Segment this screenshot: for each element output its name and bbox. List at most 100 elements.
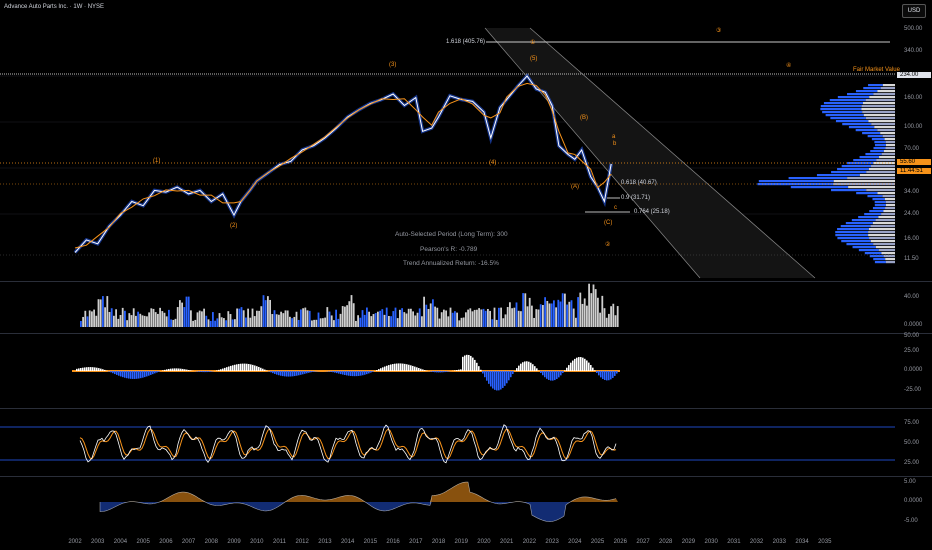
profile-bar — [874, 141, 886, 144]
stat-period: Auto-Selected Period (Long Term): 300 — [395, 231, 508, 238]
osc1-bar — [580, 357, 582, 371]
osc1-bar — [608, 371, 610, 381]
wave-circle-label: ③ — [716, 28, 722, 34]
osc1-bar — [232, 365, 234, 371]
volume-bar — [524, 293, 527, 327]
osc1-bar — [270, 371, 272, 373]
profile-bar — [868, 168, 895, 171]
volume-bar — [473, 309, 476, 327]
x-tick-label: 2033 — [772, 539, 786, 545]
volume-bar — [80, 320, 82, 327]
x-tick-label: 2025 — [590, 539, 605, 545]
moving-average-line — [74, 82, 612, 249]
fib-0618-label: 0.618 (40.67) — [621, 180, 657, 186]
wave-label: (B) — [580, 115, 588, 121]
volume-bar — [515, 302, 518, 327]
volume-bar — [333, 320, 335, 327]
volume-bar — [550, 303, 553, 327]
stat-trend-return: Trend Annualized Return: -16.5% — [403, 260, 499, 267]
profile-bar — [848, 186, 895, 189]
volume-bar — [509, 302, 511, 327]
profile-bar — [825, 114, 864, 117]
profile-bar — [862, 111, 895, 114]
osc1-bar — [86, 367, 88, 371]
profile-bar — [885, 141, 895, 144]
currency-button[interactable]: USD — [902, 4, 926, 18]
volume-bar — [157, 313, 159, 327]
profile-bar — [858, 216, 879, 219]
pane-separator[interactable] — [0, 408, 932, 409]
osc1-bar — [386, 365, 388, 371]
osc1-bar — [172, 368, 174, 371]
osc1-bar — [140, 371, 142, 379]
x-tick-label: 2002 — [68, 539, 82, 545]
profile-bar — [852, 246, 876, 249]
volume-bar — [559, 301, 562, 327]
osc1-bar — [104, 369, 106, 371]
osc1-bar — [88, 367, 90, 371]
osc1-bar — [78, 368, 80, 371]
profile-bar — [882, 195, 895, 198]
profile-bar — [871, 123, 895, 126]
x-tick-label: 2006 — [159, 539, 173, 545]
price-line — [74, 75, 612, 253]
osc1-bar — [544, 371, 546, 378]
volume-bar — [110, 308, 113, 327]
osc1-bar — [158, 371, 160, 372]
osc1-bar — [284, 371, 286, 377]
volume-bar — [269, 299, 271, 327]
volume-bar — [445, 310, 447, 327]
osc1-bar — [392, 364, 394, 371]
pane-separator[interactable] — [0, 281, 932, 282]
profile-bar — [878, 249, 895, 252]
volume-bar — [146, 316, 148, 327]
volume-bar — [570, 300, 573, 327]
osc1-bar — [402, 363, 404, 371]
volume-bar — [557, 299, 560, 327]
volume-bar — [462, 317, 465, 327]
volume-bar — [456, 312, 458, 327]
volume-bar — [588, 283, 590, 327]
volume-bar — [267, 296, 269, 327]
volume-bar — [108, 311, 111, 327]
profile-bar — [875, 246, 895, 249]
stat-pearson: Pearson's R: -0.789 — [420, 246, 478, 253]
pane-separator[interactable] — [0, 333, 932, 334]
volume-bar — [575, 317, 577, 327]
volume-bar — [148, 312, 150, 327]
volume-bar — [405, 313, 408, 327]
rsi-tick: 25.00 — [904, 460, 920, 466]
volume-bar — [161, 311, 164, 327]
wave-label: (C) — [604, 220, 613, 226]
osc1-bar — [334, 371, 336, 373]
volume-bar — [238, 308, 241, 327]
osc1-bar — [586, 360, 588, 371]
volume-bar — [366, 307, 368, 327]
profile-bar — [877, 192, 895, 195]
osc1-bar — [560, 371, 562, 376]
volume-bar — [533, 317, 535, 327]
wave-circle-label: ④ — [786, 63, 792, 69]
volume-bar — [522, 293, 524, 327]
osc1-bar — [274, 371, 276, 374]
osc1-bar — [472, 357, 474, 371]
profile-bar — [856, 192, 878, 195]
osc1-bar — [234, 364, 236, 371]
volume-bar — [174, 318, 177, 327]
volume-bar — [355, 320, 357, 327]
volume-bar — [368, 311, 370, 327]
volume-bar — [396, 318, 399, 327]
volume-bar — [304, 307, 307, 327]
osc1-bar — [556, 371, 558, 379]
profile-bar — [885, 204, 895, 207]
profile-bar — [871, 138, 885, 141]
osc1-bar — [248, 363, 250, 371]
volume-bar — [115, 309, 117, 327]
volume-bar — [451, 312, 454, 327]
profile-bar — [822, 111, 863, 114]
x-tick-label: 2035 — [818, 539, 832, 545]
profile-bar — [816, 174, 860, 177]
pane-separator[interactable] — [0, 476, 932, 477]
volume-bar — [372, 314, 375, 327]
osc1-bar — [382, 367, 384, 371]
